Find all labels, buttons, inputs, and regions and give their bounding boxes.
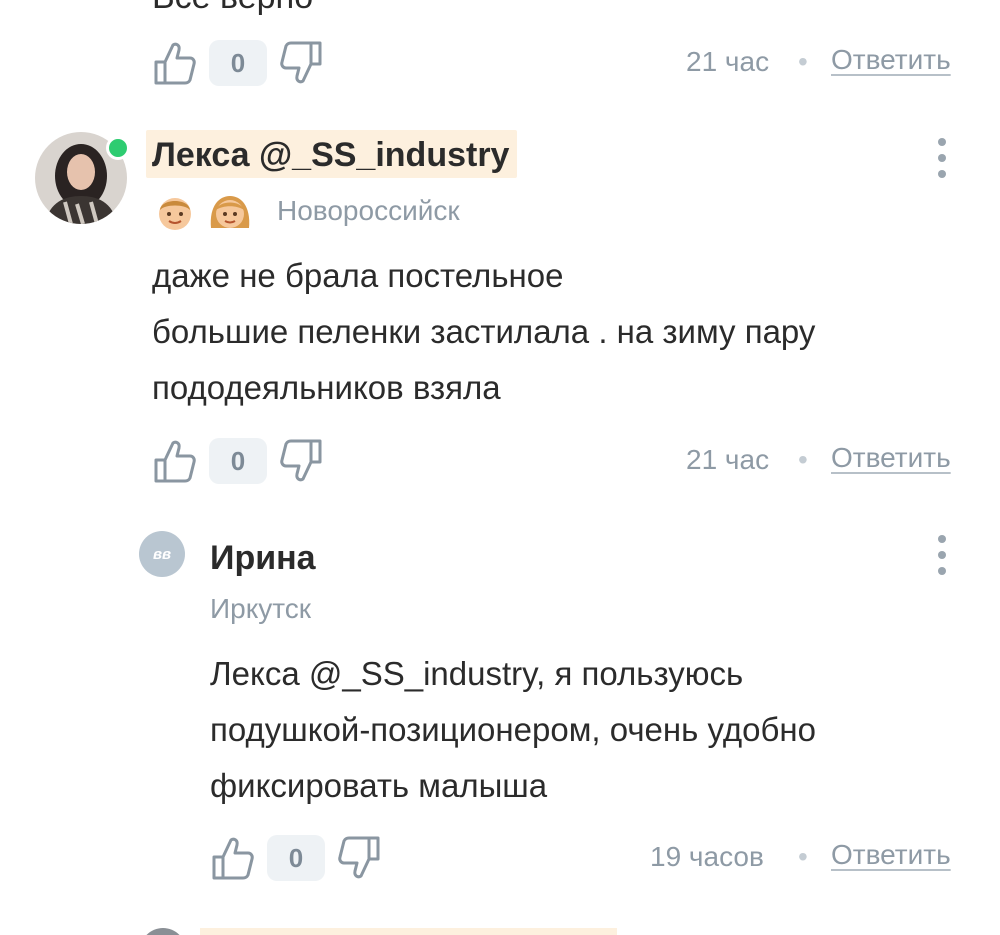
menu-dot — [938, 567, 946, 575]
thumbs-up-icon — [212, 837, 254, 880]
comment-time: 19 часов — [650, 841, 764, 872]
comment-body: даже не брала постельное большие пеленки… — [152, 248, 972, 416]
dislike-button[interactable] — [278, 436, 324, 486]
comment-body-line: Лекса @_SS_industry, я пользуюсь — [210, 646, 980, 702]
comment-time: 21 час — [686, 46, 770, 77]
next-author-name-highlight — [200, 928, 617, 935]
girl-emoji-icon — [207, 192, 253, 232]
menu-dot — [938, 551, 946, 559]
author-city: Новороссийск — [277, 195, 460, 226]
author-name[interactable]: Лекса @_SS_industry — [146, 130, 518, 178]
online-indicator — [106, 136, 130, 160]
thumbs-down-icon — [338, 836, 380, 879]
menu-dot — [938, 154, 946, 162]
comment-menu-button[interactable] — [932, 138, 952, 178]
avatar[interactable] — [140, 928, 186, 935]
boy-emoji-icon — [155, 192, 195, 232]
mention-link[interactable]: Лекса @_SS_industry — [210, 655, 536, 692]
author-name-wrap: Лекса @_SS_industry — [146, 130, 518, 178]
thumbs-up-icon — [154, 42, 196, 85]
comment-body-line: фиксировать малыша — [210, 767, 548, 804]
thumbs-down-icon — [280, 41, 322, 84]
menu-dot — [938, 535, 946, 543]
comment-actions: 0 21 час • Ответить — [0, 436, 1000, 486]
thumbs-down-icon — [280, 439, 322, 482]
previous-comment-text: Все верно — [152, 0, 313, 17]
separator-dot: • — [798, 444, 808, 475]
like-button[interactable] — [152, 436, 198, 486]
reply-link[interactable]: Ответить — [831, 44, 951, 76]
dislike-button[interactable] — [278, 38, 324, 88]
author-city: Иркутск — [210, 593, 312, 624]
comments-feed: Все верно 0 21 час • Ответить Лекса @_SS… — [0, 0, 1000, 935]
like-count: 0 — [267, 835, 325, 881]
comment-body-line: даже не брала постельное — [152, 257, 564, 294]
comment-body-text: , я пользуюсь — [536, 655, 744, 692]
comment-body-line: большие пеленки застилала . на зиму пару — [152, 313, 816, 350]
previous-comment-actions: 0 21 час • Ответить — [0, 38, 1000, 88]
author-name[interactable]: Ирина — [210, 539, 316, 578]
separator-dot: • — [798, 841, 808, 872]
like-button[interactable] — [152, 38, 198, 88]
reply-link[interactable]: Ответить — [831, 442, 951, 474]
avatar[interactable]: вв — [139, 531, 185, 577]
menu-dot — [938, 138, 946, 146]
reply-link[interactable]: Ответить — [831, 839, 951, 871]
comment-body-line: подушкой-позиционером, очень удобно — [210, 711, 816, 748]
menu-dot — [938, 170, 946, 178]
like-count: 0 — [209, 40, 267, 86]
like-button[interactable] — [210, 833, 256, 883]
separator-dot: • — [798, 46, 808, 77]
dislike-button[interactable] — [336, 833, 382, 883]
comment-actions: 0 19 часов • Ответить — [0, 833, 1000, 883]
comment-body: Лекса @_SS_industry, я пользуюсь подушко… — [210, 646, 980, 814]
like-count: 0 — [209, 438, 267, 484]
comment-time: 21 час — [686, 444, 770, 475]
comment-body-line: пододеяльников взяла — [152, 369, 501, 406]
thumbs-up-icon — [154, 440, 196, 483]
comment-menu-button[interactable] — [932, 535, 952, 575]
